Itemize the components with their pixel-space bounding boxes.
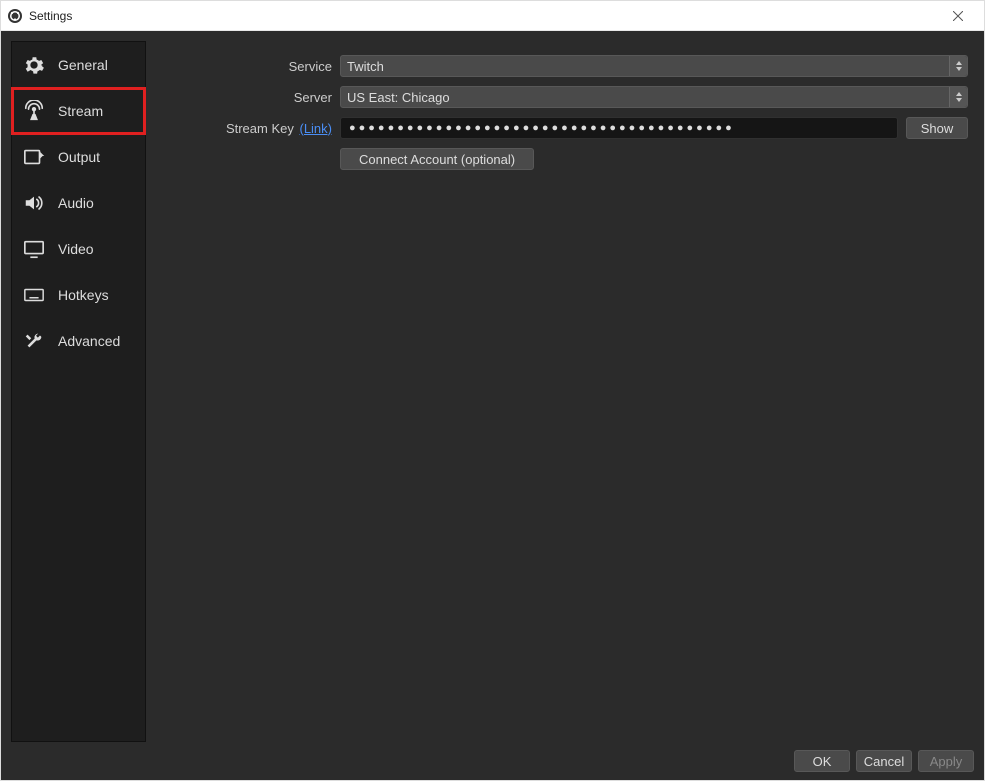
content-panel: Service Twitch Server US East: Chicago [156, 41, 976, 742]
tools-icon [20, 329, 48, 353]
service-value: Twitch [347, 59, 384, 74]
sidebar-item-label: Advanced [58, 333, 120, 349]
close-button[interactable] [938, 2, 978, 30]
speaker-icon [20, 191, 48, 215]
stream-key-link[interactable]: (Link) [299, 121, 332, 136]
output-icon [20, 145, 48, 169]
show-button[interactable]: Show [906, 117, 968, 139]
server-value: US East: Chicago [347, 90, 450, 105]
window-title: Settings [29, 9, 72, 23]
dropdown-spinner-icon [949, 87, 967, 107]
sidebar-item-label: Stream [58, 103, 103, 119]
antenna-icon [20, 99, 48, 123]
sidebar-item-stream[interactable]: Stream [12, 88, 145, 134]
sidebar-item-hotkeys[interactable]: Hotkeys [12, 272, 145, 318]
sidebar-item-general[interactable]: General [12, 42, 145, 88]
footer: OK Cancel Apply [11, 750, 976, 772]
server-dropdown[interactable]: US East: Chicago [340, 86, 968, 108]
sidebar-item-label: General [58, 57, 108, 73]
stream-key-input[interactable] [340, 117, 898, 139]
service-label: Service [156, 59, 340, 74]
app-icon [7, 8, 23, 24]
settings-window: Settings General Stream [0, 0, 985, 781]
sidebar-item-label: Video [58, 241, 94, 257]
connect-account-button[interactable]: Connect Account (optional) [340, 148, 534, 170]
sidebar-item-advanced[interactable]: Advanced [12, 318, 145, 364]
service-dropdown[interactable]: Twitch [340, 55, 968, 77]
cancel-button[interactable]: Cancel [856, 750, 912, 772]
keyboard-icon [20, 283, 48, 307]
sidebar-item-video[interactable]: Video [12, 226, 145, 272]
ok-button[interactable]: OK [794, 750, 850, 772]
sidebar-item-label: Audio [58, 195, 94, 211]
monitor-icon [20, 237, 48, 261]
apply-button[interactable]: Apply [918, 750, 974, 772]
titlebar: Settings [1, 1, 984, 31]
sidebar-item-audio[interactable]: Audio [12, 180, 145, 226]
server-label: Server [156, 90, 340, 105]
dropdown-spinner-icon [949, 56, 967, 76]
sidebar-item-output[interactable]: Output [12, 134, 145, 180]
stream-key-label: Stream Key (Link) [156, 121, 340, 136]
gear-icon [20, 53, 48, 77]
sidebar-item-label: Output [58, 149, 100, 165]
sidebar: General Stream Output [11, 41, 146, 742]
sidebar-item-label: Hotkeys [58, 287, 109, 303]
